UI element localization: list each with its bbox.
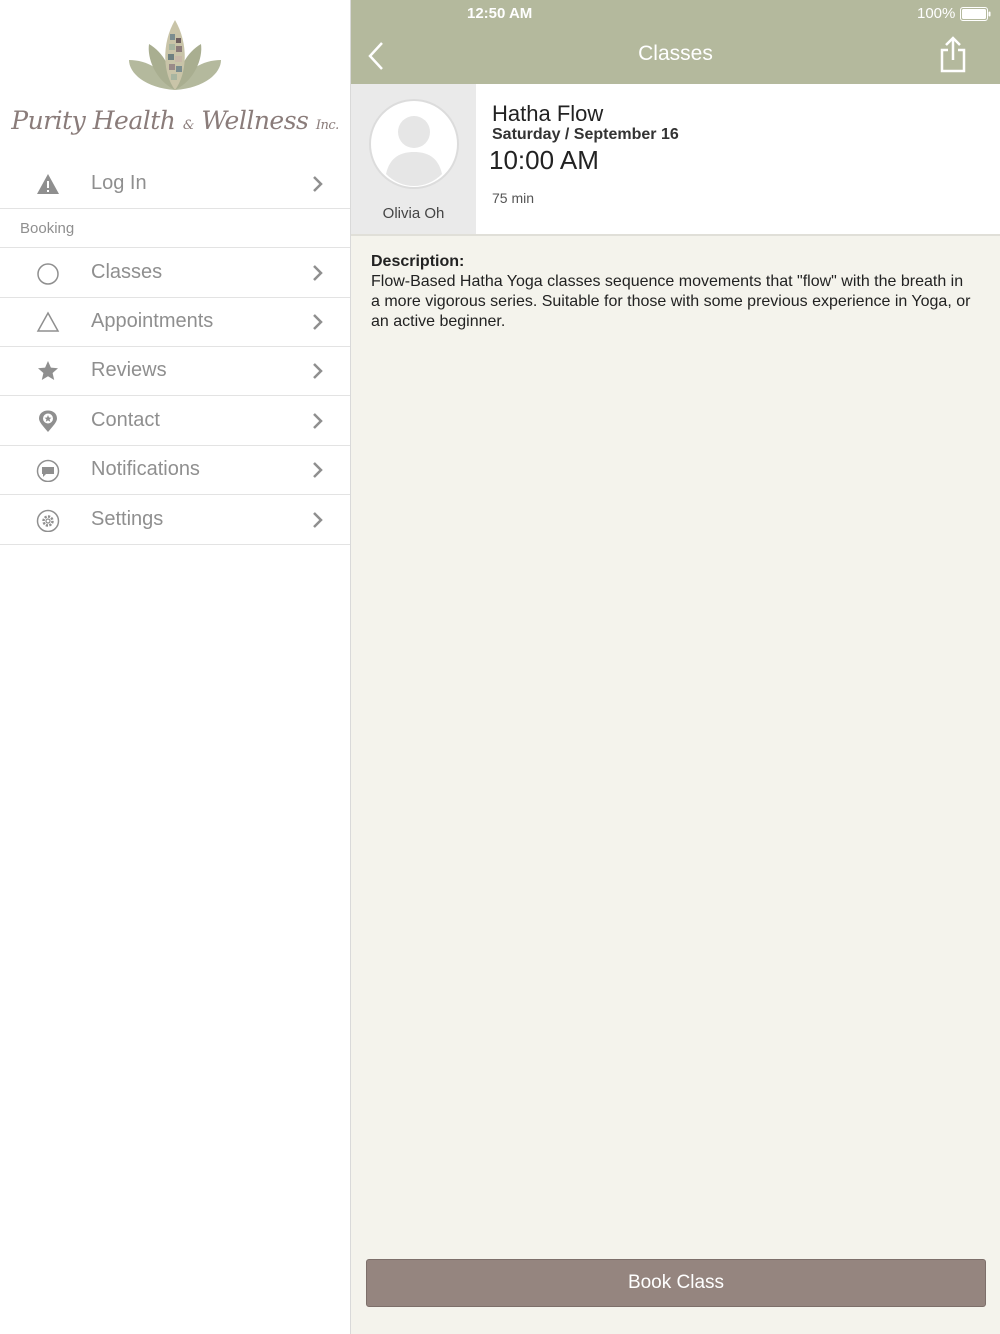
brand-logo: Purity Health & Wellness Inc. bbox=[0, 0, 350, 160]
description-heading: Description: bbox=[371, 253, 465, 270]
sidebar-item-label: Reviews bbox=[91, 359, 167, 381]
lotus-logo-icon bbox=[129, 20, 221, 90]
sidebar-item-contact[interactable]: Contact bbox=[0, 396, 350, 446]
sidebar-item-classes[interactable]: Classes bbox=[0, 248, 350, 298]
book-class-button[interactable]: Book Class bbox=[366, 1259, 986, 1307]
class-summary-card: Olivia Oh Hatha Flow Saturday / Septembe… bbox=[351, 84, 1000, 236]
class-duration: 75 min bbox=[492, 190, 535, 206]
star-icon bbox=[38, 361, 58, 380]
share-icon[interactable] bbox=[939, 36, 967, 74]
class-time: 10:00 AM bbox=[489, 145, 599, 175]
chevron-right-icon bbox=[313, 314, 323, 330]
sidebar-item-label: Classes bbox=[91, 261, 163, 283]
chevron-right-icon bbox=[313, 512, 323, 528]
avatar bbox=[369, 99, 459, 189]
sidebar-item-label: Log In bbox=[91, 172, 147, 194]
warning-icon bbox=[37, 174, 59, 194]
sidebar-item-label: Settings bbox=[91, 508, 164, 530]
sidebar-item-settings[interactable]: Settings bbox=[0, 495, 350, 545]
sidebar: Purity Health & Wellness Inc. Log In Boo… bbox=[0, 0, 351, 1334]
gear-icon bbox=[36, 509, 60, 532]
instructor-block[interactable]: Olivia Oh bbox=[351, 84, 476, 234]
brand-wordmark: Purity Health & Wellness Inc. bbox=[11, 106, 339, 135]
class-detail-panel: 12:50 AM 100% Classes Olivia Oh Hatha Fl… bbox=[351, 0, 1000, 1334]
chevron-right-icon bbox=[313, 413, 323, 429]
sidebar-item-notifications[interactable]: Notifications bbox=[0, 445, 350, 495]
sidebar-item-appointments[interactable]: Appointments bbox=[0, 297, 350, 347]
battery-percentage: 100% bbox=[917, 5, 956, 22]
nav-bar: 12:50 AM 100% Classes bbox=[351, 0, 1000, 84]
page-title: Classes bbox=[638, 42, 713, 65]
triangle-icon bbox=[36, 311, 60, 332]
chevron-right-icon bbox=[313, 462, 323, 478]
circle-icon bbox=[37, 263, 59, 285]
chevron-right-icon bbox=[313, 363, 323, 379]
sidebar-item-reviews[interactable]: Reviews bbox=[0, 346, 350, 396]
class-name: Hatha Flow bbox=[492, 101, 604, 126]
sidebar-item-label: Notifications bbox=[91, 458, 200, 480]
sidebar-item-label: Appointments bbox=[91, 310, 214, 332]
status-time: 12:50 AM bbox=[467, 5, 533, 22]
instructor-name: Olivia Oh bbox=[382, 205, 445, 222]
sidebar-item-login[interactable]: Log In bbox=[0, 159, 350, 209]
battery-icon bbox=[960, 7, 991, 21]
chat-bubble-icon bbox=[36, 459, 60, 482]
class-date: Saturday / September 16 bbox=[492, 126, 679, 143]
chevron-right-icon bbox=[313, 176, 323, 192]
description-text: Flow-Based Hatha Yoga classes sequence m… bbox=[371, 273, 971, 330]
section-header-booking: Booking bbox=[0, 209, 350, 248]
sidebar-item-label: Contact bbox=[91, 409, 160, 431]
location-pin-icon bbox=[39, 410, 57, 432]
chevron-right-icon bbox=[313, 265, 323, 281]
